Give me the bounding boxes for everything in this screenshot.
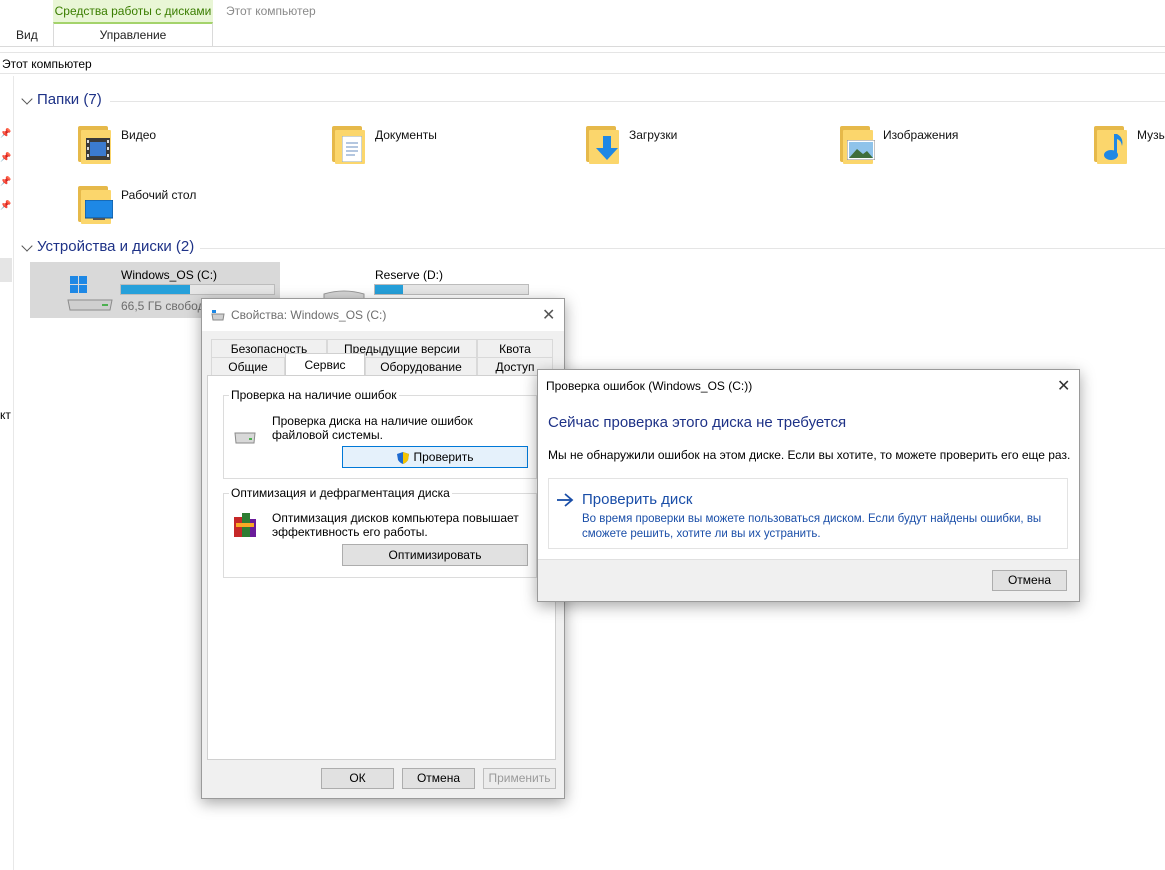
check-button[interactable]: Проверить xyxy=(342,446,528,468)
drive-free-c: 66,5 ГБ свобод xyxy=(121,299,205,313)
navigation-pane-edge xyxy=(13,76,14,870)
nav-item-partial[interactable]: кт xyxy=(0,408,11,422)
drive-usage-bar-c xyxy=(120,284,275,295)
properties-title: Свойства: Windows_OS (C:) xyxy=(231,308,387,322)
tab-general[interactable]: Общие xyxy=(211,357,285,375)
folder-label-video[interactable]: Видео xyxy=(121,128,156,142)
video-folder-icon xyxy=(76,124,112,164)
error-check-text: Проверка диска на наличие ошибок файлово… xyxy=(272,414,473,442)
group-divider xyxy=(200,248,1165,249)
scan-drive-link-desc-2: сможете решить, хотите ли вы их устранит… xyxy=(582,528,821,540)
folder-item-video[interactable] xyxy=(76,124,112,164)
folder-item-downloads[interactable] xyxy=(584,124,620,164)
folder-item-pictures[interactable] xyxy=(838,124,875,164)
apply-button[interactable]: Применить xyxy=(483,768,556,789)
error-check-dialog: Проверка ошибок (Windows_OS (C:)) ✕ Сейч… xyxy=(537,369,1080,602)
properties-dialog: Свойства: Windows_OS (C:) ✕ Безопасность… xyxy=(201,298,565,799)
arrow-right-icon xyxy=(557,493,574,507)
ok-button[interactable]: ОК xyxy=(321,768,394,789)
drive-label-c[interactable]: Windows_OS (C:) xyxy=(121,268,217,282)
window-title: Этот компьютер xyxy=(226,4,316,18)
defrag-text: Оптимизация дисков компьютера повышает э… xyxy=(272,511,519,539)
devices-group-header[interactable]: Устройства и диски (2) xyxy=(37,238,194,255)
folder-item-documents[interactable] xyxy=(330,124,366,164)
folder-label-music[interactable]: Музы xyxy=(1137,128,1165,142)
tab-hardware[interactable]: Оборудование xyxy=(365,357,477,375)
nav-selected-item[interactable] xyxy=(0,258,12,282)
defrag-icon xyxy=(232,511,258,541)
error-check-title: Проверка ошибок (Windows_OS (C:)) xyxy=(546,379,753,393)
windows-drive-icon xyxy=(66,276,114,312)
chevron-down-icon[interactable] xyxy=(21,93,33,105)
optimize-button[interactable]: Оптимизировать xyxy=(342,544,528,566)
check-button-label: Проверить xyxy=(413,450,474,464)
error-check-group-title: Проверка на наличие ошибок xyxy=(229,388,399,402)
scan-drive-link-desc-1: Во время проверки вы можете пользоваться… xyxy=(582,513,1042,525)
folders-group-header[interactable]: Папки (7) xyxy=(37,91,102,108)
scan-drive-command-link[interactable]: Проверить диск Во время проверки вы може… xyxy=(548,478,1068,549)
folder-item-music[interactable] xyxy=(1092,124,1128,164)
pin-icon[interactable]: 📌 xyxy=(0,176,11,186)
group-divider xyxy=(110,101,1165,102)
error-check-message: Мы не обнаружили ошибок на этом диске. Е… xyxy=(548,448,1071,462)
cancel-button[interactable]: Отмена xyxy=(402,768,475,789)
drive-small-icon xyxy=(211,309,225,321)
documents-folder-icon xyxy=(330,124,366,164)
tab-view[interactable]: Вид xyxy=(16,28,38,42)
folder-label-downloads[interactable]: Загрузки xyxy=(629,128,677,142)
drive-icon xyxy=(232,427,258,445)
drive-label-d[interactable]: Reserve (D:) xyxy=(375,268,443,282)
tab-service[interactable]: Сервис xyxy=(285,353,365,376)
music-folder-icon xyxy=(1092,124,1128,164)
pin-icon[interactable]: 📌 xyxy=(0,128,11,138)
scan-drive-link-title: Проверить диск xyxy=(582,491,693,508)
error-check-heading: Сейчас проверка этого диска не требуется xyxy=(548,414,847,431)
context-tab-disk-tools[interactable]: Средства работы с дисками xyxy=(53,0,213,22)
chevron-down-icon[interactable] xyxy=(21,240,33,252)
folder-label-documents[interactable]: Документы xyxy=(375,128,437,142)
drive-usage-bar-d xyxy=(374,284,529,295)
defrag-group-title: Оптимизация и дефрагментация диска xyxy=(229,486,452,500)
pictures-folder-icon xyxy=(838,124,875,164)
pin-icon[interactable]: 📌 xyxy=(0,152,11,162)
uac-shield-icon xyxy=(397,451,410,464)
close-icon[interactable]: ✕ xyxy=(1057,376,1070,396)
address-bar[interactable]: Этот компьютер xyxy=(0,52,1165,74)
close-icon[interactable]: ✕ xyxy=(542,305,555,325)
desktop-folder-icon xyxy=(76,184,113,224)
folder-label-desktop[interactable]: Рабочий стол xyxy=(121,188,196,202)
cancel-button[interactable]: Отмена xyxy=(992,570,1067,591)
tab-quota[interactable]: Квота xyxy=(477,339,553,357)
pin-icon[interactable]: 📌 xyxy=(0,200,11,210)
tab-manage[interactable]: Управление xyxy=(53,22,213,46)
downloads-folder-icon xyxy=(584,124,620,164)
folder-label-pictures[interactable]: Изображения xyxy=(883,128,958,142)
folder-item-desktop[interactable] xyxy=(76,184,113,224)
